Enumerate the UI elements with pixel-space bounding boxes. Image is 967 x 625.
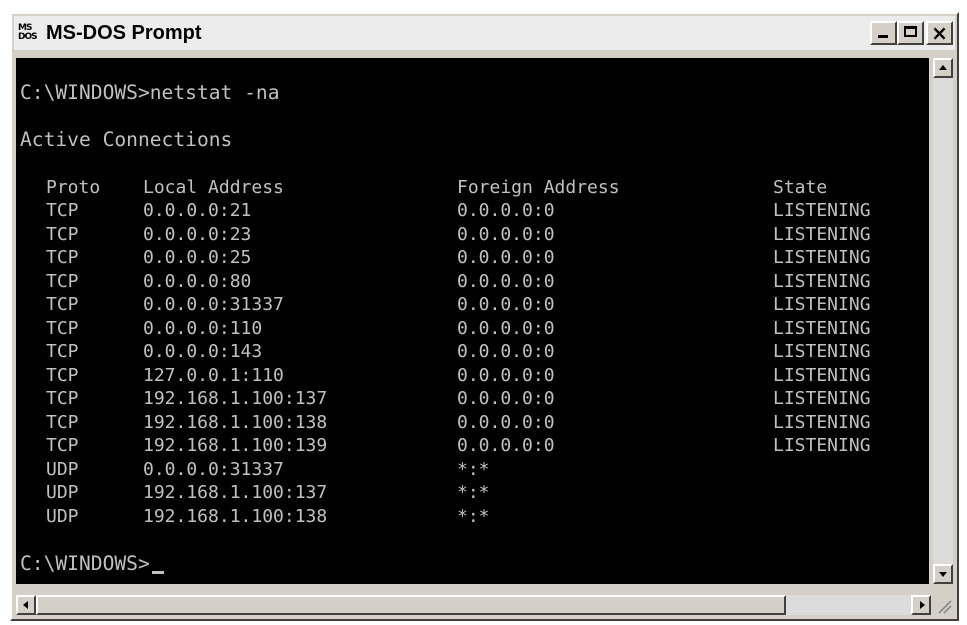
window-controls: × xyxy=(870,21,953,45)
row-state: LISTENING xyxy=(773,341,871,362)
prompt-line: C:\WINDOWS> xyxy=(20,552,164,576)
row-proto: TCP xyxy=(46,341,79,362)
row-local-address: 0.0.0.0:31337 xyxy=(143,294,284,315)
row-proto: TCP xyxy=(46,411,79,433)
scroll-up-button[interactable] xyxy=(933,58,953,78)
row-proto: UDP xyxy=(46,505,79,527)
row-local-address: 0.0.0.0:80 xyxy=(143,270,252,292)
row-state: LISTENING xyxy=(773,364,871,386)
scroll-left-arrow-icon xyxy=(23,601,28,609)
horizontal-scroll-thumb[interactable] xyxy=(36,595,786,615)
row-foreign-address: 0.0.0.0:0 xyxy=(457,200,555,221)
scroll-up-arrow-icon xyxy=(939,65,947,70)
row-foreign-address: 0.0.0.0:0 xyxy=(457,388,555,409)
row-local-address: 0.0.0.0:110 xyxy=(143,317,263,339)
row-proto: TCP xyxy=(46,435,79,456)
row-foreign-address: 0.0.0.0:0 xyxy=(457,247,555,268)
row-proto: TCP xyxy=(46,200,79,221)
row-local-address: 127.0.0.1:110 xyxy=(143,364,284,386)
row-foreign-address: 0.0.0.0:0 xyxy=(457,435,555,456)
row-local-address: 0.0.0.0:21 xyxy=(143,200,252,221)
row-foreign-address: 0.0.0.0:0 xyxy=(457,364,555,386)
row-local-address: 0.0.0.0:31337 xyxy=(143,458,284,480)
row-foreign-address: 0.0.0.0:0 xyxy=(457,317,555,339)
close-button[interactable]: × xyxy=(926,21,953,45)
row-foreign-address: 0.0.0.0:0 xyxy=(457,341,555,362)
row-proto: UDP xyxy=(46,482,79,503)
column-header-state: State xyxy=(773,177,828,198)
horizontal-scrollbar[interactable] xyxy=(16,595,931,615)
row-state: LISTENING xyxy=(773,294,871,315)
row-local-address: 192.168.1.100:139 xyxy=(143,435,328,456)
row-local-address: 192.168.1.100:137 xyxy=(143,482,328,503)
window-title: MS-DOS Prompt xyxy=(46,21,202,44)
scroll-left-button[interactable] xyxy=(16,595,36,615)
title-bar[interactable]: MS DOS MS-DOS Prompt × xyxy=(14,16,955,50)
row-proto: TCP xyxy=(46,270,79,292)
row-foreign-address: *:* xyxy=(457,505,490,527)
row-local-address: 192.168.1.100:138 xyxy=(143,505,328,527)
column-header-row: Proto Local Address Foreign Address Stat… xyxy=(20,176,827,200)
scroll-right-arrow-icon xyxy=(920,601,925,609)
row-state: LISTENING xyxy=(773,388,871,409)
resize-grip-icon xyxy=(938,600,952,614)
row-proto: TCP xyxy=(46,364,79,386)
close-icon: × xyxy=(931,21,948,45)
row-state: LISTENING xyxy=(773,435,871,456)
row-local-address: 0.0.0.0:23 xyxy=(143,223,252,245)
row-foreign-address: 0.0.0.0:0 xyxy=(457,411,555,433)
row-foreign-address: *:* xyxy=(457,482,490,503)
resize-grip[interactable] xyxy=(933,595,953,615)
console-output[interactable]: C:\WINDOWS>netstat -na Active Connection… xyxy=(16,58,929,584)
column-header-proto: Proto xyxy=(46,177,101,198)
scroll-down-button[interactable] xyxy=(933,564,953,584)
text-cursor xyxy=(151,571,164,574)
row-proto: TCP xyxy=(46,388,79,409)
vertical-scrollbar[interactable] xyxy=(933,58,953,584)
active-connections-heading: Active Connections xyxy=(20,128,233,151)
row-foreign-address: 0.0.0.0:0 xyxy=(457,294,555,315)
row-proto: TCP xyxy=(46,317,79,339)
maximize-button[interactable] xyxy=(897,21,924,45)
row-foreign-address: 0.0.0.0:0 xyxy=(457,270,555,292)
minimize-button[interactable] xyxy=(870,21,897,45)
scroll-right-button[interactable] xyxy=(911,595,931,615)
minimize-icon xyxy=(878,35,888,38)
row-foreign-address: *:* xyxy=(457,458,490,480)
prompt-text: C:\WINDOWS> xyxy=(20,552,150,575)
row-state: LISTENING xyxy=(773,200,871,221)
maximize-icon xyxy=(904,26,917,37)
row-local-address: 192.168.1.100:138 xyxy=(143,411,328,433)
row-proto: TCP xyxy=(46,247,79,268)
ms-dos-icon[interactable]: MS DOS xyxy=(18,22,42,44)
row-proto: TCP xyxy=(46,223,79,245)
column-header-local-address: Local Address xyxy=(143,177,284,198)
row-state: LISTENING xyxy=(773,223,871,245)
scroll-down-arrow-icon xyxy=(939,572,947,577)
row-proto: UDP xyxy=(46,458,79,480)
column-header-foreign-address: Foreign Address xyxy=(457,177,620,198)
row-foreign-address: 0.0.0.0:0 xyxy=(457,223,555,245)
row-state: LISTENING xyxy=(773,317,871,339)
row-proto: TCP xyxy=(46,294,79,315)
row-local-address: 192.168.1.100:137 xyxy=(143,388,328,409)
command-line: C:\WINDOWS>netstat -na xyxy=(20,81,280,104)
row-state: LISTENING xyxy=(773,247,871,268)
ms-dos-window: MS DOS MS-DOS Prompt × C:\WINDOWS>netsta… xyxy=(10,12,959,621)
row-state: LISTENING xyxy=(773,270,871,292)
icon-label-bottom: DOS xyxy=(18,32,38,42)
row-local-address: 0.0.0.0:143 xyxy=(143,341,263,362)
row-local-address: 0.0.0.0:25 xyxy=(143,247,252,268)
row-state: LISTENING xyxy=(773,411,871,433)
